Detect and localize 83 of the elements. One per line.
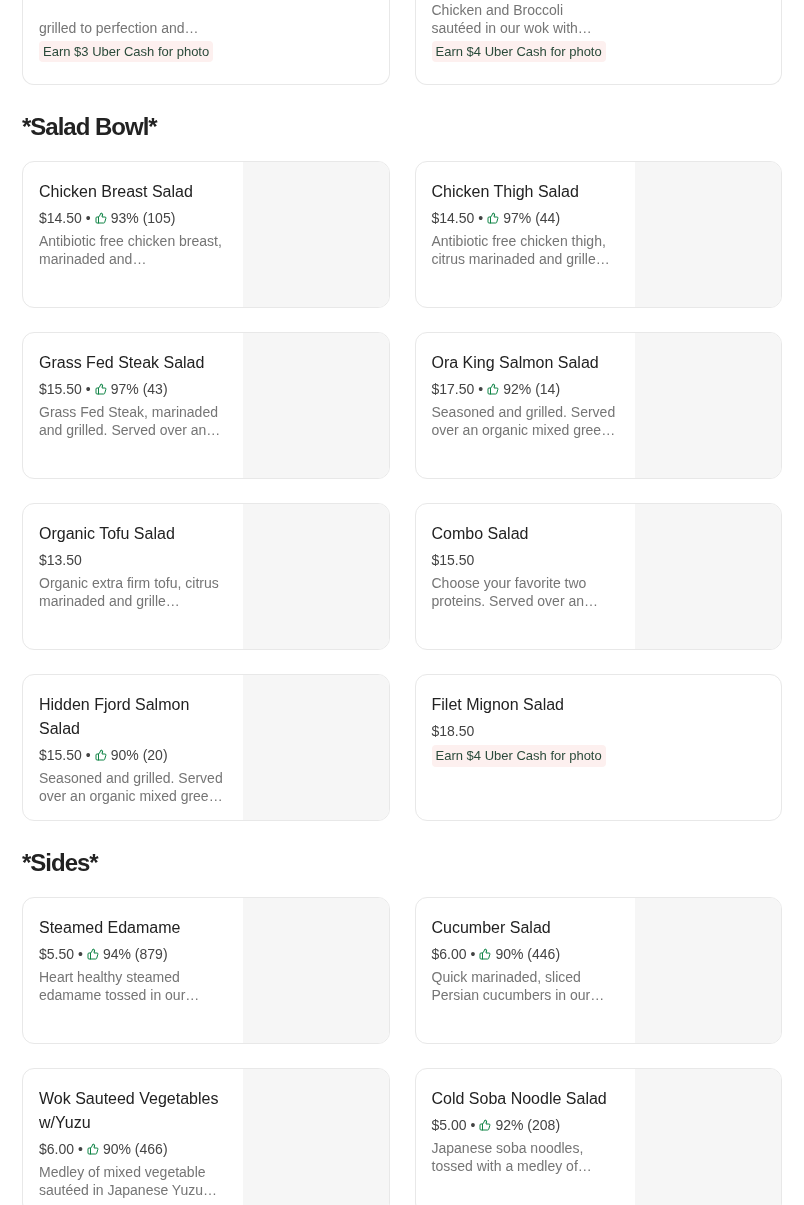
menu-item-card[interactable]: Hidden Fjord Salmon Salad $15.50 • 90% (20) Seasoned and grilled. Served over an organic mixed gree… bbox=[22, 674, 390, 821]
item-description: Japanese soba noodles, tossed with a medley of… bbox=[431, 1139, 593, 1175]
item-rating: 90% (20) bbox=[110, 746, 168, 765]
thumbs-up-icon bbox=[94, 749, 107, 761]
item-name: Ora King Salmon Salad bbox=[431, 353, 600, 373]
item-price: $13.50 bbox=[39, 551, 82, 570]
item-rating: 97% (44) bbox=[503, 209, 561, 228]
item-description: Seasoned and grilled. Served over an organic mixed gree… bbox=[39, 769, 224, 805]
item-price: $14.50 bbox=[39, 209, 82, 228]
separator-dot: • bbox=[470, 1116, 476, 1135]
thumbs-up-icon bbox=[86, 1143, 99, 1155]
thumbs-up-icon bbox=[487, 383, 500, 395]
item-name: Chicken Breast Salad bbox=[39, 182, 194, 202]
item-rating: 90% (466) bbox=[102, 1140, 168, 1159]
item-rating: 90% (446) bbox=[495, 945, 561, 964]
item-name: Cucumber Salad bbox=[431, 918, 552, 938]
separator-dot: • bbox=[478, 380, 484, 399]
menu-item-card[interactable]: Combo Salad $15.50 Choose your favorite two proteins. Served over an… bbox=[414, 503, 782, 650]
item-description: Chicken and Broccoli sautéed in our wok with… bbox=[431, 0, 593, 37]
item-name: Chicken Thigh Salad bbox=[431, 182, 580, 202]
item-description: Antibiotic free chicken breast, marinaded and… bbox=[39, 232, 223, 268]
item-name: Grass Fed Steak Salad bbox=[39, 353, 206, 373]
item-description: Antibiotic free chicken thigh, citrus marinaded and grille… bbox=[431, 232, 611, 268]
menu-item-card[interactable]: Grass Fed Steak Salad $15.50 • 97% (43) Grass Fed Steak, marinaded and grilled. Served over an… bbox=[22, 332, 390, 479]
thumbs-up-icon bbox=[94, 383, 107, 395]
item-price: $5.00 bbox=[431, 1116, 467, 1135]
menu-item-card[interactable]: Chicken and Broccoli sautéed in our wok with… Earn $4 Uber Cash for photo bbox=[414, 0, 782, 85]
separator-dot: • bbox=[78, 1140, 83, 1159]
separator-dot: • bbox=[470, 945, 476, 964]
promo-badge: Earn $4 Uber Cash for photo bbox=[431, 40, 606, 62]
item-description: Choose your favorite two proteins. Served over an… bbox=[431, 574, 600, 610]
item-description: Grass Fed Steak, marinaded and grilled. Served over an… bbox=[39, 403, 222, 439]
item-price: $15.50 bbox=[39, 746, 82, 765]
menu-item-card[interactable]: Chicken Breast Salad $14.50 • 93% (105) Antibiotic free chicken breast, marinaded and… bbox=[22, 161, 390, 308]
menu-item-card[interactable]: Ora King Salmon Salad $17.50 • 92% (14) Seasoned and grilled. Served over an organic mixed gree… bbox=[414, 332, 782, 479]
item-name: Filet Mignon Salad bbox=[431, 695, 565, 715]
menu-item-card[interactable]: Chicken Thigh Salad $14.50 • 97% (44) Antibiotic free chicken thigh, citrus marinaded and grille… bbox=[414, 161, 782, 308]
item-name: Hidden Fjord Salmon Salad bbox=[39, 695, 191, 739]
separator-dot: • bbox=[85, 746, 91, 765]
item-rating: 92% (14) bbox=[503, 380, 561, 399]
item-rating: 93% (105) bbox=[110, 209, 176, 228]
menu-item-card[interactable]: Cold Soba Noodle Salad $5.00 • 92% (208) Japanese soba noodles, tossed with a medley of… bbox=[414, 1068, 782, 1205]
thumbs-up-icon bbox=[86, 948, 99, 960]
item-name: Steamed Edamame bbox=[39, 918, 182, 938]
item-price: $15.50 bbox=[39, 380, 82, 399]
thumbs-up-icon bbox=[487, 212, 500, 224]
item-description: Medley of mixed vegetable sautéed in Japanese Yuzu… bbox=[39, 1163, 218, 1199]
thumbs-up-icon bbox=[479, 1119, 492, 1131]
item-description: Quick marinaded, sliced Persian cucumbers in our… bbox=[431, 968, 606, 1004]
item-rating: 92% (208) bbox=[495, 1116, 561, 1135]
separator-dot: • bbox=[85, 209, 91, 228]
item-description: Organic extra firm tofu, citrus marinaded and grille… bbox=[39, 574, 220, 610]
item-price: $18.50 bbox=[431, 722, 475, 741]
item-name: Cold Soba Noodle Salad bbox=[431, 1089, 608, 1109]
item-description: Seasoned and grilled. Served over an organic mixed gree… bbox=[431, 403, 617, 439]
thumbs-up-icon bbox=[479, 948, 492, 960]
item-price: $6.00 bbox=[431, 945, 467, 964]
section-heading: *Sides* bbox=[22, 848, 100, 878]
item-price: $6.00 bbox=[39, 1140, 75, 1159]
menu-item-card[interactable]: grilled to perfection and… Earn $3 Uber Cash for photo bbox=[22, 0, 390, 85]
item-price: $5.50 bbox=[39, 945, 75, 964]
menu-item-card[interactable]: Wok Sauteed Vegetables w/Yuzu $6.00 • 90% (466) Medley of mixed vegetable sautéed in Japanese Yuzu… bbox=[22, 1068, 390, 1205]
menu-item-card[interactable]: Filet Mignon Salad $18.50 Earn $4 Uber Cash for photo bbox=[414, 674, 782, 821]
item-price: $17.50 bbox=[431, 380, 475, 399]
separator-dot: • bbox=[78, 945, 83, 964]
section-heading: *Salad Bowl* bbox=[22, 112, 159, 142]
item-rating: 94% (879) bbox=[102, 945, 168, 964]
item-description: Heart healthy steamed edamame tossed in our… bbox=[39, 968, 201, 1004]
separator-dot: • bbox=[478, 209, 484, 228]
menu-item-card[interactable]: Steamed Edamame $5.50 • 94% (879) Heart healthy steamed edamame tossed in our… bbox=[22, 897, 390, 1044]
item-price: $14.50 bbox=[431, 209, 475, 228]
menu-item-card[interactable]: Cucumber Salad $6.00 • 90% (446) Quick marinaded, sliced Persian cucumbers in our… bbox=[414, 897, 782, 1044]
menu-item-card[interactable]: Organic Tofu Salad $13.50 Organic extra firm tofu, citrus marinaded and grille… bbox=[22, 503, 390, 650]
separator-dot: • bbox=[85, 380, 91, 399]
thumbs-up-icon bbox=[94, 212, 107, 224]
item-rating: 97% (43) bbox=[110, 380, 168, 399]
item-description: grilled to perfection and… bbox=[39, 18, 200, 37]
promo-badge: Earn $3 Uber Cash for photo bbox=[39, 40, 214, 62]
item-name: Organic Tofu Salad bbox=[39, 524, 176, 544]
item-name: Wok Sauteed Vegetables w/Yuzu bbox=[39, 1089, 220, 1133]
promo-badge: Earn $4 Uber Cash for photo bbox=[431, 745, 606, 767]
item-name: Combo Salad bbox=[431, 524, 530, 544]
item-price: $15.50 bbox=[431, 551, 475, 570]
